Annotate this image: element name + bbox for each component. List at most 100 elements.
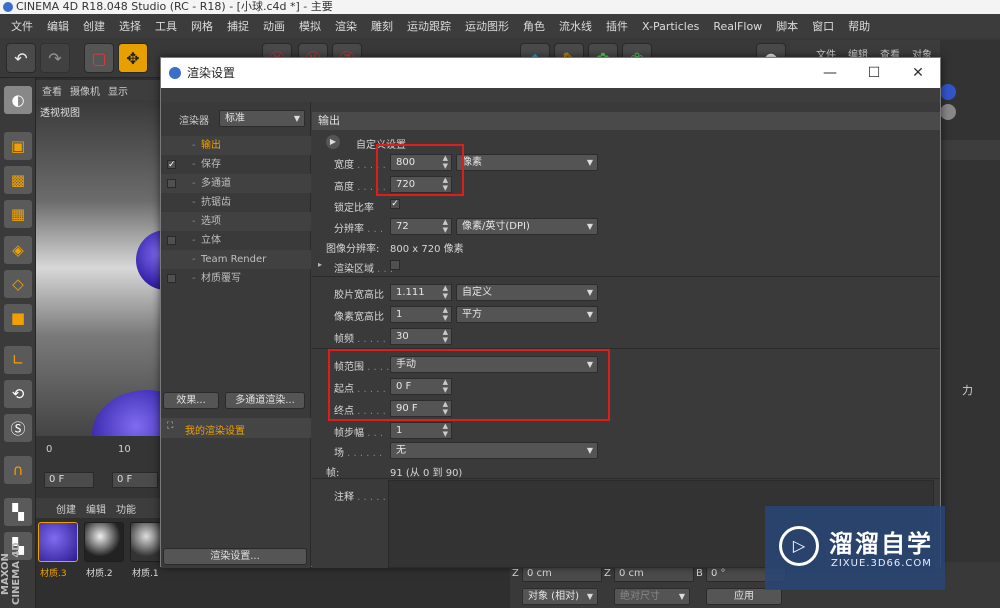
spinner-icon[interactable]: ▲ ▼ [443, 328, 448, 344]
sphere-mode-icon[interactable]: ◐ [4, 86, 32, 114]
menu-simulate[interactable]: 模拟 [292, 18, 328, 34]
magnet-icon[interactable]: ∩ [4, 456, 32, 484]
menu-snap[interactable]: 捕捉 [220, 18, 256, 34]
material-menu-edit[interactable]: 编辑 [86, 501, 106, 516]
my-render-setting-row[interactable]: ⛶ 我的渲染设置 [161, 418, 311, 438]
object-tag-icon[interactable] [940, 84, 956, 100]
edges-mode-icon[interactable]: ◇ [4, 270, 32, 298]
axis-icon[interactable]: ∟ [4, 346, 32, 374]
lock-ratio-checkbox[interactable]: ✓ [390, 199, 400, 209]
spinner-icon[interactable]: ▲ ▼ [443, 422, 448, 438]
menu-pipeline[interactable]: 流水线 [552, 18, 599, 34]
spinner-icon[interactable]: ▲ ▼ [443, 306, 448, 322]
material-swatch[interactable] [84, 522, 124, 562]
expand-icon[interactable]: ⛶ [167, 421, 173, 431]
dialog-titlebar[interactable]: 渲染设置 — ☐ ✕ [161, 58, 940, 88]
nav-item-multipass[interactable]: - 多通道 [161, 174, 311, 193]
menu-mesh[interactable]: 网格 [184, 18, 220, 34]
snap-icon[interactable]: Ⓢ [4, 414, 32, 442]
resolution-field[interactable]: 72 ▲ ▼ [390, 218, 452, 235]
close-icon[interactable]: ✕ [896, 58, 940, 88]
move-tool-icon[interactable]: ✥ [118, 43, 148, 73]
menu-tools[interactable]: 工具 [148, 18, 184, 34]
viewport-menu-camera[interactable]: 摄像机 [70, 83, 100, 98]
z-position-field[interactable]: 0 cm [522, 566, 602, 582]
timeline[interactable]: 0 10 0 F 0 F [36, 436, 162, 498]
menu-render[interactable]: 渲染 [328, 18, 364, 34]
workplane-icon[interactable]: ▦ [4, 200, 32, 228]
undo-icon[interactable]: ↶ [6, 43, 36, 73]
render-settings-button[interactable]: 渲染设置... [163, 548, 307, 565]
z-size-field[interactable]: 0 cm [614, 566, 694, 582]
spinner-icon[interactable]: ▲ ▼ [443, 218, 448, 234]
select-tool-icon[interactable]: ▢ [84, 43, 114, 73]
stereoscopic-checkbox[interactable] [167, 236, 176, 245]
dialog-grip [161, 88, 940, 102]
redo-icon[interactable]: ↷ [40, 43, 70, 73]
nav-item-stereoscopic[interactable]: - 立体 [161, 231, 311, 250]
menu-animate[interactable]: 动画 [256, 18, 292, 34]
perspective-viewport[interactable] [36, 100, 162, 436]
material-menu-create[interactable]: 创建 [56, 501, 76, 516]
effects-button[interactable]: 效果... [163, 392, 219, 409]
menu-file[interactable]: 文件 [4, 18, 40, 34]
fps-field[interactable]: 30 ▲ ▼ [390, 328, 452, 345]
size-mode-select[interactable]: 绝对尺寸 ▼ [614, 588, 690, 605]
menu-help[interactable]: 帮助 [841, 18, 877, 34]
cinema4d-logo-icon [3, 2, 13, 12]
menu-edit[interactable]: 编辑 [40, 18, 76, 34]
texture-mode-icon[interactable]: ▩ [4, 166, 32, 194]
nav-item-material-override[interactable]: - 材质覆写 [161, 269, 311, 288]
resolution-unit-select[interactable]: 像素/英寸(DPI) ▼ [456, 218, 598, 235]
menu-select[interactable]: 选择 [112, 18, 148, 34]
object-manager: 力 [940, 40, 1000, 608]
expand-arrow-icon[interactable]: ▸ [318, 260, 322, 269]
minimize-icon[interactable]: — [808, 58, 852, 88]
unit-select[interactable]: 像素 ▼ [456, 154, 598, 171]
menu-realflow[interactable]: RealFlow [706, 20, 769, 33]
fields-select[interactable]: 无 ▼ [390, 442, 598, 459]
save-checkbox[interactable]: ✓ [167, 160, 176, 170]
material-menu-function[interactable]: 功能 [116, 501, 136, 516]
apply-button[interactable]: 应用 [706, 588, 782, 605]
film-aspect-field[interactable]: 1.111 ▲ ▼ [390, 284, 452, 301]
menu-x-particles[interactable]: X-Particles [635, 20, 706, 33]
viewport-menu-display[interactable]: 显示 [108, 83, 128, 98]
polygons-mode-icon[interactable]: ■ [4, 304, 32, 332]
film-aspect-select[interactable]: 自定义 ▼ [456, 284, 598, 301]
points-mode-icon[interactable]: ◈ [4, 236, 32, 264]
menu-mograph[interactable]: 运动图形 [458, 18, 516, 34]
menu-character[interactable]: 角色 [516, 18, 552, 34]
nav-item-antialiasing[interactable]: - 抗锯齿 [161, 193, 311, 212]
menu-sculpt[interactable]: 雕刻 [364, 18, 400, 34]
current-frame-field[interactable]: 0 F [44, 472, 94, 488]
grid-checker-icon[interactable]: ▚ [4, 498, 32, 526]
nav-item-output[interactable]: - 输出 [161, 136, 311, 155]
nav-item-save[interactable]: ✓ - 保存 [161, 155, 311, 174]
menu-plugins[interactable]: 插件 [599, 18, 635, 34]
frame-step-field[interactable]: 1 ▲ ▼ [390, 422, 452, 439]
renderer-select[interactable]: 标准 ▼ [219, 110, 305, 127]
nav-item-options[interactable]: - 选项 [161, 212, 311, 231]
menu-script[interactable]: 脚本 [769, 18, 805, 34]
spinner-icon[interactable]: ▲ ▼ [443, 284, 448, 300]
viewport-menu-view[interactable]: 查看 [42, 83, 62, 98]
pixel-aspect-field[interactable]: 1 ▲ ▼ [390, 306, 452, 323]
min-frame-field[interactable]: 0 F [112, 472, 158, 488]
coordinate-mode-select[interactable]: 对象 (相对) ▼ [522, 588, 598, 605]
menu-create[interactable]: 创建 [76, 18, 112, 34]
pixel-aspect-select[interactable]: 平方 ▼ [456, 306, 598, 323]
tweak-icon[interactable]: ⟲ [4, 380, 32, 408]
model-mode-icon[interactable]: ▣ [4, 132, 32, 160]
material-swatch[interactable] [38, 522, 78, 562]
nav-item-team-render[interactable]: - Team Render [161, 250, 311, 269]
menu-motion-tracking[interactable]: 运动跟踪 [400, 18, 458, 34]
material-tag-icon[interactable] [940, 104, 956, 120]
maximize-icon[interactable]: ☐ [852, 58, 896, 88]
preset-play-icon[interactable]: ▶ [326, 135, 340, 149]
material-override-checkbox[interactable] [167, 274, 176, 283]
menu-window[interactable]: 窗口 [805, 18, 841, 34]
multipass-checkbox[interactable] [167, 179, 176, 188]
render-region-checkbox[interactable] [390, 260, 400, 270]
multipass-render-button[interactable]: 多通道渲染... [225, 392, 305, 409]
